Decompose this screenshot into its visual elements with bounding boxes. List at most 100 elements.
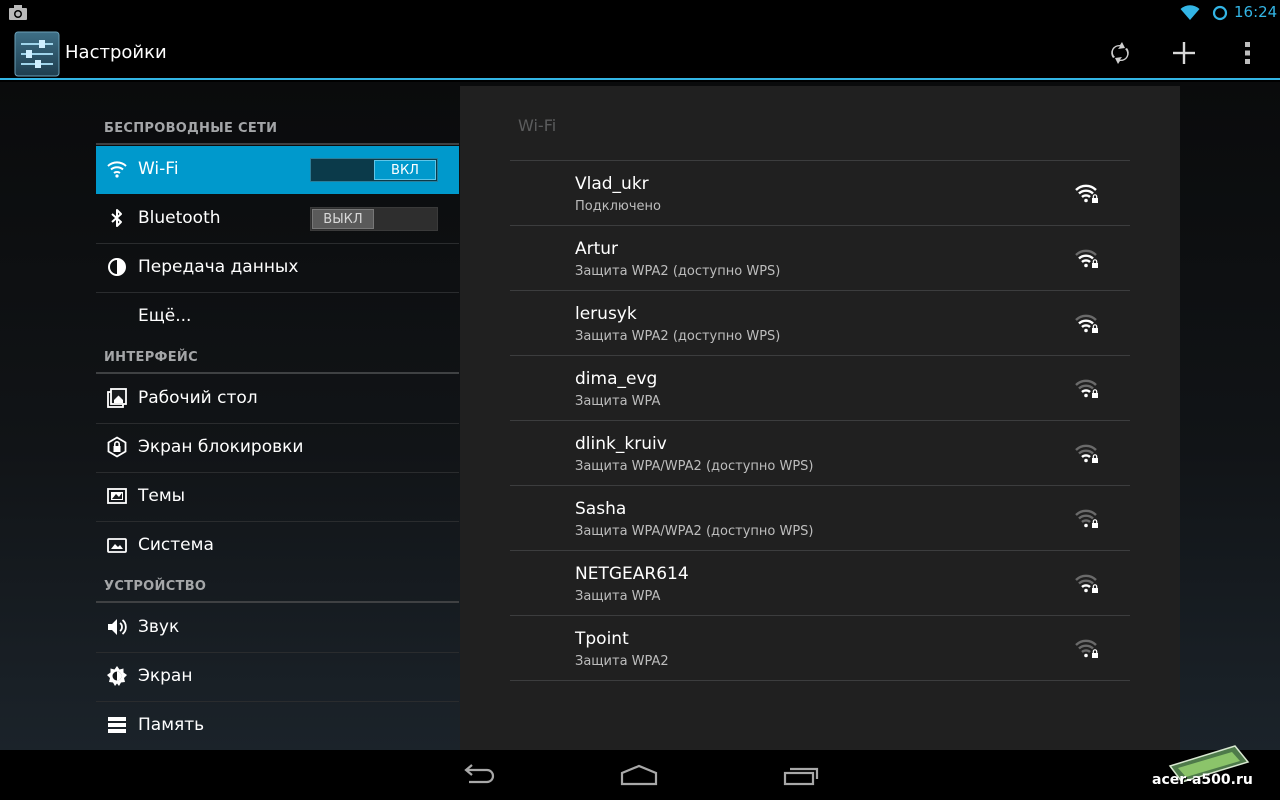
wps-button[interactable]	[1102, 35, 1138, 71]
recent-apps-button[interactable]	[771, 760, 831, 790]
settings-item-system[interactable]: Система	[96, 522, 459, 570]
settings-item-label: Экран	[138, 666, 193, 686]
wifi-network-row[interactable]: Artur Защита WPA2 (доступно WPS)	[510, 226, 1130, 290]
wps-icon	[1111, 42, 1129, 64]
settings-headers-list: БЕСПРОВОДНЫЕ СЕТИ Wi-Fi ВКЛ Bluetooth ВЫ…	[96, 82, 459, 750]
settings-item-label: Рабочий стол	[138, 388, 258, 408]
wifi-network-row[interactable]: Vlad_ukr Подключено	[510, 161, 1130, 225]
brightness-icon	[107, 666, 127, 686]
wifi-network-row[interactable]: Sasha Защита WPA/WPA2 (доступно WPS)	[510, 486, 1130, 550]
settings-item-desktop[interactable]: Рабочий стол	[96, 375, 459, 423]
bluetooth-toggle[interactable]: ВЫКЛ	[310, 207, 438, 231]
section-divider	[96, 372, 459, 374]
home-screen-icon	[107, 388, 127, 408]
network-status: Защита WPA/WPA2 (доступно WPS)	[575, 524, 814, 539]
settings-item-display[interactable]: Экран	[96, 653, 459, 701]
network-name: Artur	[575, 239, 619, 259]
content-area: БЕСПРОВОДНЫЕ СЕТИ Wi-Fi ВКЛ Bluetooth ВЫ…	[0, 82, 1280, 750]
network-status: Защита WPA2	[575, 654, 669, 669]
network-name: Vlad_ukr	[575, 174, 649, 194]
bluetooth-toggle-thumb: ВЫКЛ	[312, 209, 374, 229]
navigation-bar	[0, 750, 1280, 800]
settings-item-wifi[interactable]: Wi-Fi ВКЛ	[96, 146, 459, 194]
settings-item-label: Темы	[138, 486, 186, 506]
home-button[interactable]	[609, 760, 669, 790]
network-status: Защита WPA/WPA2 (доступно WPS)	[575, 459, 814, 474]
storage-icon	[108, 717, 126, 733]
more-vertical-icon	[1245, 42, 1250, 64]
section-header-device: УСТРОЙСТВО	[104, 579, 207, 594]
section-header-interface: ИНТЕРФЕЙС	[104, 350, 198, 365]
watermark-text: acer-a500.ru	[1152, 772, 1253, 788]
camera-notification-icon[interactable]	[8, 4, 28, 21]
add-network-button[interactable]	[1166, 35, 1202, 71]
wifi-network-row[interactable]: dima_evg Защита WPA	[510, 356, 1130, 420]
settings-item-lock-screen[interactable]: Экран блокировки	[96, 424, 459, 472]
home-icon	[620, 764, 658, 786]
wifi-signal-lock-icon	[1075, 249, 1098, 268]
wifi-signal-lock-icon	[1075, 574, 1098, 593]
bluetooth-icon	[111, 209, 122, 227]
settings-item-themes[interactable]: Темы	[96, 473, 459, 521]
wifi-signal-lock-icon	[1075, 379, 1098, 398]
settings-app-icon[interactable]	[14, 31, 60, 77]
network-status: Защита WPA2 (доступно WPS)	[575, 264, 781, 279]
network-status: Подключено	[575, 199, 661, 214]
status-bar: 16:24	[0, 0, 1280, 25]
settings-item-label: Звук	[138, 617, 180, 637]
wifi-networks-pane: Wi-Fi Vlad_ukr Подключено Artur Защита WPA2…	[460, 86, 1180, 750]
wifi-network-row[interactable]: dlink_kruiv Защита WPA/WPA2 (доступно WPS…	[510, 421, 1130, 485]
settings-item-storage[interactable]: Память	[96, 702, 459, 750]
wifi-signal-lock-icon	[1075, 444, 1098, 463]
network-status: Защита WPA	[575, 589, 661, 604]
wifi-signal-lock-icon	[1075, 184, 1098, 203]
section-divider	[96, 143, 459, 145]
lock-screen-icon	[107, 436, 127, 458]
system-icon	[107, 538, 127, 553]
wifi-icon	[107, 161, 127, 178]
network-status: Защита WPA2 (доступно WPS)	[575, 329, 781, 344]
settings-item-label: Передача данных	[138, 257, 299, 277]
wifi-network-row[interactable]: Tpoint Защита WPA2	[510, 616, 1130, 680]
wifi-status-icon	[1180, 5, 1200, 20]
back-button[interactable]	[447, 760, 507, 790]
site-watermark: acer-a500.ru	[1140, 744, 1275, 796]
settings-item-label: Экран блокировки	[138, 437, 304, 457]
data-usage-icon	[108, 258, 126, 276]
network-name: dima_evg	[575, 369, 658, 389]
settings-item-bluetooth[interactable]: Bluetooth ВЫКЛ	[96, 195, 459, 243]
network-name: Sasha	[575, 499, 627, 519]
settings-item-label: Ещё...	[138, 306, 192, 326]
section-header-wireless: БЕСПРОВОДНЫЕ СЕТИ	[104, 121, 278, 136]
plus-icon	[1173, 42, 1195, 64]
network-name: dlink_kruiv	[575, 434, 667, 454]
settings-item-label: Wi-Fi	[138, 159, 179, 179]
wifi-toggle[interactable]: ВКЛ	[310, 158, 438, 182]
settings-item-label: Память	[138, 715, 205, 735]
wifi-signal-lock-icon	[1075, 639, 1098, 658]
network-name: Tpoint	[575, 629, 629, 649]
recent-apps-icon	[783, 767, 819, 786]
overflow-menu-button[interactable]	[1230, 35, 1266, 71]
settings-item-data-usage[interactable]: Передача данных	[96, 244, 459, 292]
list-divider	[510, 680, 1130, 681]
settings-item-more[interactable]: Ещё...	[96, 293, 459, 341]
action-bar: Настройки	[0, 25, 1280, 80]
settings-item-label: Система	[138, 535, 214, 555]
sync-status-icon	[1212, 5, 1228, 21]
network-name: lerusyk	[575, 304, 637, 324]
wifi-network-row[interactable]: NETGEAR614 Защита WPA	[510, 551, 1130, 615]
settings-item-sound[interactable]: Звук	[96, 604, 459, 652]
sound-icon	[108, 619, 127, 635]
clock: 16:24	[1234, 3, 1278, 21]
wifi-network-row[interactable]: lerusyk Защита WPA2 (доступно WPS)	[510, 291, 1130, 355]
network-status: Защита WPA	[575, 394, 661, 409]
pane-title: Wi-Fi	[518, 116, 557, 135]
back-icon	[464, 764, 495, 784]
wifi-toggle-thumb: ВКЛ	[374, 160, 436, 180]
wifi-signal-lock-icon	[1075, 314, 1098, 333]
wifi-signal-lock-icon	[1075, 509, 1098, 528]
network-name: NETGEAR614	[575, 564, 689, 584]
settings-item-label: Bluetooth	[138, 208, 221, 228]
themes-icon	[107, 488, 127, 504]
